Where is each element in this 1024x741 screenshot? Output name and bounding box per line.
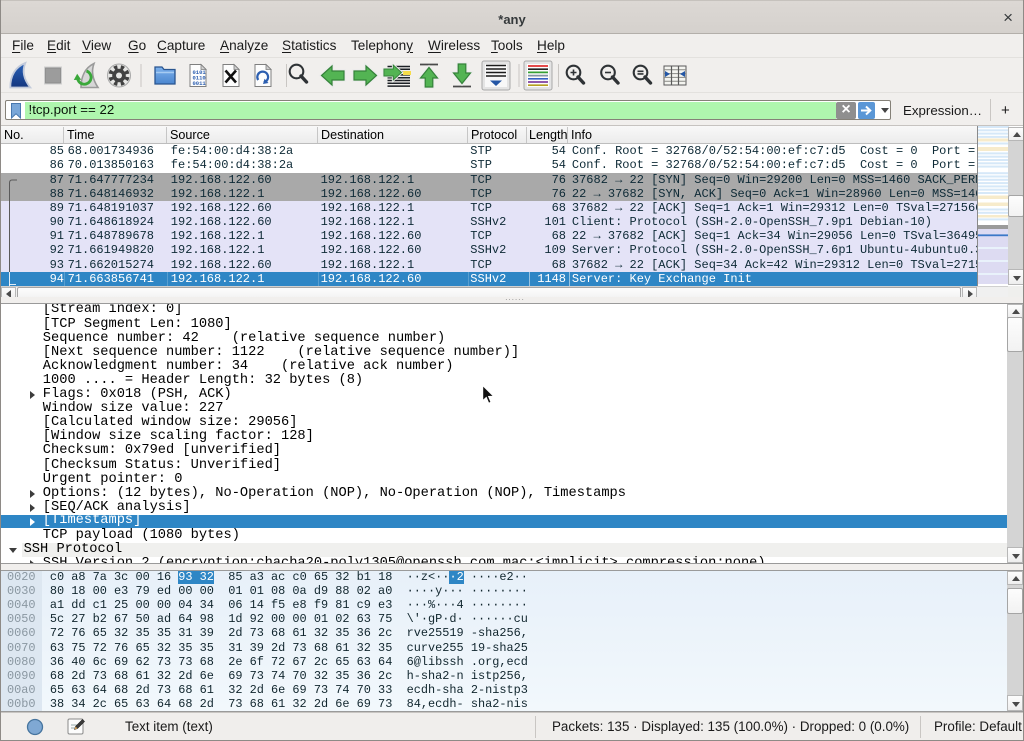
svg-text:0011: 0011 xyxy=(193,80,207,87)
